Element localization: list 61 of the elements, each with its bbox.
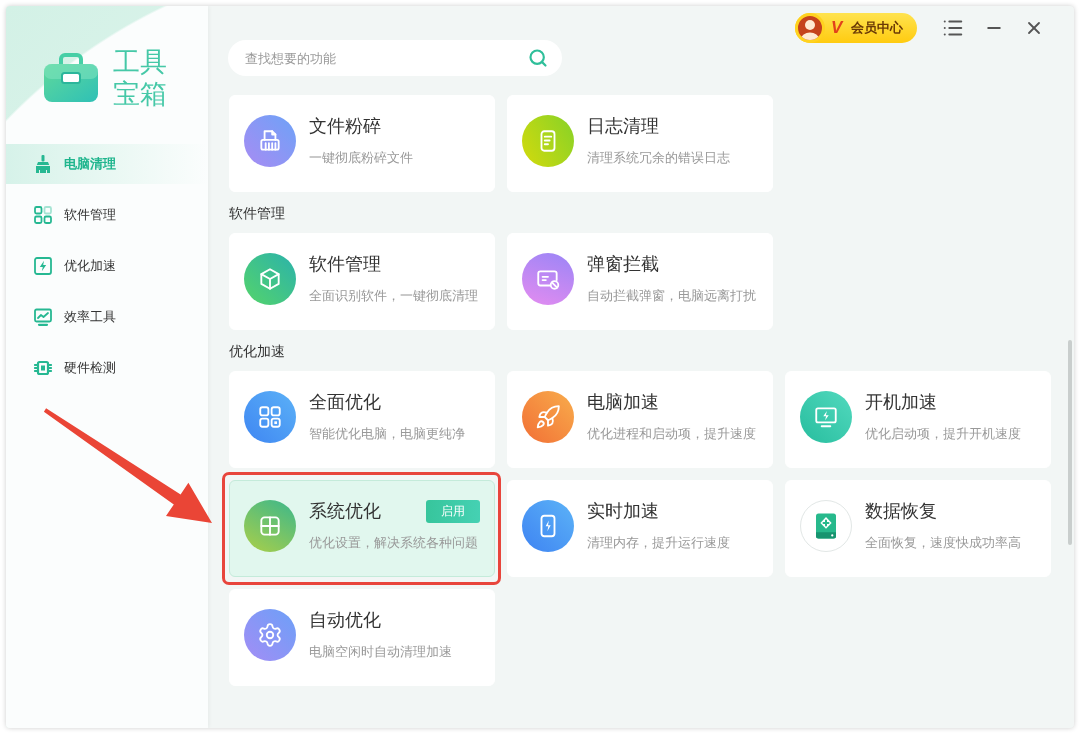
window-panes-icon — [244, 499, 296, 552]
card-description: 全面识别软件，一键彻底清理 — [309, 287, 479, 305]
sidebar-item[interactable]: 优化加速 — [6, 246, 208, 286]
scrollbar-thumb[interactable] — [1068, 340, 1072, 545]
feature-card[interactable]: 弹窗拦截 自动拦截弹窗，电脑远离打扰 — [507, 233, 773, 330]
vip-mark: V — [831, 18, 843, 38]
card-description: 优化启动项，提升开机速度 — [865, 425, 1022, 443]
section-heading: 软件管理 — [229, 204, 286, 223]
apps-grid-icon — [33, 205, 53, 225]
card-description: 优化进程和启动项，提升速度 — [587, 425, 757, 443]
card-description: 全面恢复，速度快成功率高 — [865, 534, 1022, 552]
avatar-icon — [795, 13, 825, 43]
monitor-lightning-icon — [800, 390, 852, 443]
member-center-button[interactable]: V 会员中心 — [795, 13, 917, 43]
feature-card[interactable]: 自动优化 电脑空闲时自动清理加速 — [229, 589, 495, 686]
card-title: 数据恢复 — [865, 500, 937, 523]
card-title: 软件管理 — [309, 253, 381, 276]
feature-card[interactable]: 全面优化 智能优化电脑，电脑更纯净 — [229, 371, 495, 468]
document-icon — [522, 114, 574, 167]
card-description: 一键彻底粉碎文件 — [309, 149, 414, 167]
feature-card[interactable]: 电脑加速 优化进程和启动项，提升速度 — [507, 371, 773, 468]
gear-icon — [244, 608, 296, 661]
grid-icon — [244, 390, 296, 443]
card-title: 实时加速 — [587, 500, 659, 523]
feature-card[interactable]: 实时加速 清理内存，提升运行速度 — [507, 480, 773, 577]
card-title: 全面优化 — [309, 391, 381, 414]
monitor-chart-icon — [33, 307, 53, 327]
sidebar-item[interactable]: 硬件检测 — [6, 348, 208, 388]
feature-card[interactable]: 日志清理 清理系统冗余的错误日志 — [507, 95, 773, 192]
card-title: 弹窗拦截 — [587, 253, 659, 276]
phone-lightning-icon — [522, 499, 574, 552]
screen-block-icon — [522, 252, 574, 305]
card-description: 清理系统冗余的错误日志 — [587, 149, 731, 167]
app-title: 工具宝箱 — [113, 46, 168, 110]
search-field[interactable]: 查找想要的功能 — [228, 40, 562, 76]
broom-icon — [33, 154, 53, 174]
cube-icon — [244, 252, 296, 305]
card-description: 自动拦截弹窗，电脑远离打扰 — [587, 287, 757, 305]
card-title: 电脑加速 — [587, 391, 659, 414]
card-description: 智能优化电脑，电脑更纯净 — [309, 425, 466, 443]
lightning-icon — [33, 256, 53, 276]
shredder-icon — [244, 114, 296, 167]
card-title: 系统优化 — [309, 500, 381, 523]
card-description: 清理内存，提升运行速度 — [587, 534, 731, 552]
card-title: 日志清理 — [587, 115, 659, 138]
card-description: 优化设置，解决系统各种问题 — [309, 534, 479, 552]
feature-card[interactable]: 系统优化 启用 优化设置，解决系统各种问题 — [229, 480, 495, 577]
card-title: 开机加速 — [865, 391, 937, 414]
feature-card[interactable]: 软件管理 全面识别软件，一键彻底清理 — [229, 233, 495, 330]
card-title: 文件粉碎 — [309, 115, 381, 138]
card-title: 自动优化 — [309, 609, 381, 632]
rocket-icon — [522, 390, 574, 443]
chip-icon — [33, 358, 53, 378]
sidebar-item[interactable]: 软件管理 — [6, 195, 208, 235]
toolbox-icon — [42, 52, 100, 104]
feature-card[interactable]: 数据恢复 全面恢复，速度快成功率高 — [785, 480, 1051, 577]
sidebar-item[interactable]: 效率工具 — [6, 297, 208, 337]
card-description: 电脑空闲时自动清理加速 — [309, 643, 453, 661]
feature-card[interactable]: 开机加速 优化启动项，提升开机速度 — [785, 371, 1051, 468]
section-heading: 优化加速 — [229, 342, 286, 361]
feature-card[interactable]: 文件粉碎 一键彻底粉碎文件 — [229, 95, 495, 192]
